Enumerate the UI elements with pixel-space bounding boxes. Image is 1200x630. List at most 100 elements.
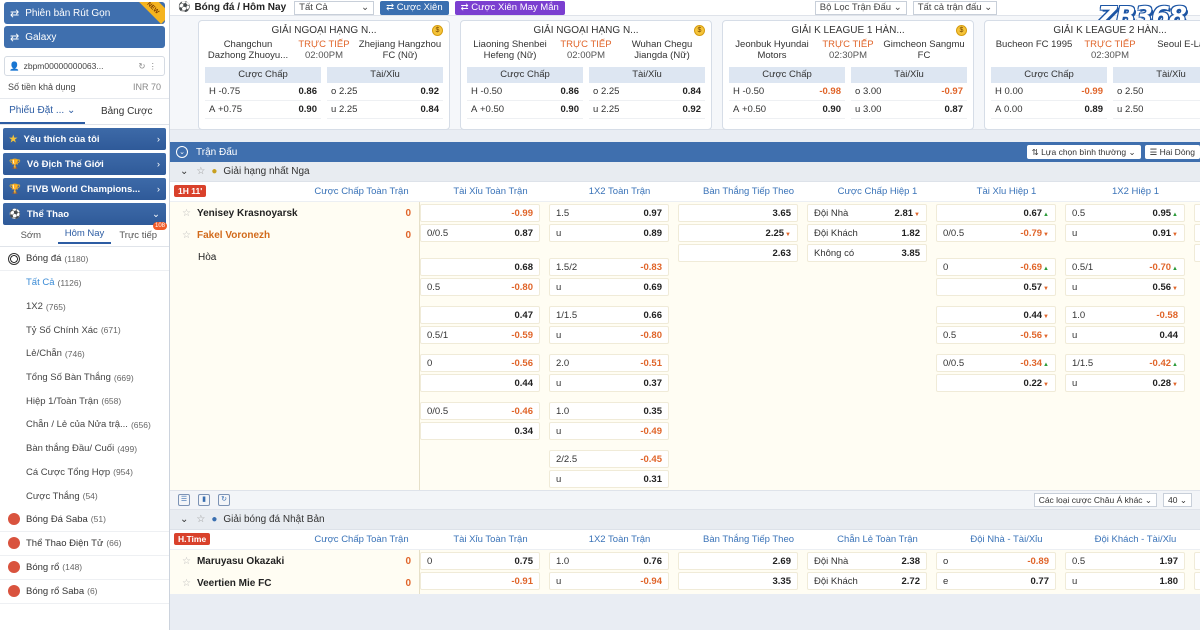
odds-cell[interactable]: 3.35 <box>678 572 798 590</box>
odds-cell[interactable]: 7.10▲ <box>1194 204 1200 222</box>
featured-match-card[interactable]: GIẢI NGOẠI HẠNG N... $ Changchun Dazhong… <box>198 20 450 130</box>
odds-cell[interactable]: 0/0.5 0.87 <box>420 224 540 242</box>
away-team-row[interactable]: ☆ Fakel Voronezh 0 <box>170 224 419 246</box>
odds-cell[interactable]: u -0.49 <box>549 422 669 440</box>
odds-cell[interactable]: 0.68 <box>420 258 540 276</box>
featured-match-card[interactable]: GIẢI K LEAGUE 2 HÀN... $ Bucheon FC 1995… <box>984 20 1200 130</box>
home-team-row[interactable]: ☆ Yenisey Krasnoyarsk 0 <box>170 202 419 224</box>
odds-cell[interactable]: 1.67▼ <box>1194 244 1200 262</box>
home-team-row[interactable]: ☆ Maruyasu Okazaki 0 <box>170 550 419 572</box>
odds-cell[interactable]: 2.81 <box>1194 224 1200 242</box>
over-under-odds-row[interactable]: o 2.25 0.92 <box>327 83 443 101</box>
league-row-2[interactable]: ⌄ ☆ ● Giải bóng đá Nhật Bản <box>170 510 1200 530</box>
handicap-odds-row[interactable]: A +0.50 0.90 <box>467 101 583 119</box>
bet-type-item[interactable]: Cược Thắng (54) <box>0 484 169 508</box>
odds-cell[interactable]: 0/0.5 -0.79▼ <box>936 224 1056 242</box>
handicap-odds-row[interactable]: A +0.50 0.90 <box>729 101 845 119</box>
bet-type-item[interactable]: Chẵn / Lẻ của Nửa trậ... (656) <box>0 413 169 437</box>
refresh-icon[interactable]: ↻⋮ <box>138 61 160 72</box>
odds-cell[interactable]: 0.44 <box>420 374 540 392</box>
view-select[interactable]: ☰ Hai Dòng <box>1144 145 1200 159</box>
odds-cell[interactable]: 2.63 <box>678 244 798 262</box>
odds-cell[interactable]: 1/1.5 -0.42▲ <box>1065 354 1185 372</box>
category-sports[interactable]: ⚽ Thể Thao ⌄ <box>3 203 166 225</box>
over-under-odds-row[interactable]: o 2.50 <box>1113 83 1200 101</box>
star-icon[interactable]: ☆ <box>182 230 191 241</box>
featured-match-card[interactable]: GIẢI K LEAGUE 1 HÀN... $ Jeonbuk Hyundai… <box>722 20 974 130</box>
market-select[interactable]: Tất Cả ⌄ <box>294 0 375 15</box>
league-row[interactable]: ⌄ ☆ ● Giải hạng nhất Nga <box>170 162 1200 182</box>
odds-cell[interactable]: 0.67▲ <box>936 204 1056 222</box>
odds-cell[interactable]: u 0.44 <box>1065 326 1185 344</box>
odds-cell[interactable]: 0/0.5 -0.46 <box>420 402 540 420</box>
sport-item[interactable]: Bóng rổ Saba (6) <box>0 580 169 604</box>
star-icon[interactable]: ☆ <box>196 514 205 525</box>
lucky-parlay-button[interactable]: ⇄ Cược Xiên May Mắn <box>454 0 565 15</box>
category-world-cup[interactable]: 🏆 Vô Địch Thế Giới › <box>3 153 166 175</box>
odds-cell[interactable]: -0.99 <box>420 204 540 222</box>
odds-cell[interactable]: 0.5 -0.80 <box>420 278 540 296</box>
list-icon[interactable]: ☰ <box>178 494 190 506</box>
bet-type-item[interactable]: Tổng Số Bàn Thắng (669) <box>0 366 169 390</box>
odds-cell[interactable]: u -0.94 <box>549 572 669 590</box>
over-under-odds-row[interactable]: o 3.00 -0.97 <box>851 83 967 101</box>
handicap-odds-row[interactable]: A +0.75 0.90 <box>205 101 321 119</box>
bet-type-item[interactable]: Hiệp 1/Toàn Trận (658) <box>0 389 169 413</box>
odds-cell[interactable]: 2.69 <box>678 552 798 570</box>
odds-cell[interactable]: 1.5 0.97 <box>549 204 669 222</box>
tab-live[interactable]: Trực tiếp 108 <box>111 222 168 241</box>
star-icon[interactable]: ☆ <box>196 166 205 177</box>
star-icon[interactable]: ☆ <box>182 556 191 567</box>
odds-cell[interactable]: 0.47 <box>420 306 540 324</box>
bet-type-item[interactable]: Tỷ Số Chính Xác (671) <box>0 318 169 342</box>
over-under-odds-row[interactable]: u 2.50 <box>1113 101 1200 119</box>
sport-item[interactable]: Bóng Đá Saba (51) <box>0 508 169 532</box>
odds-cell[interactable]: 2.0 -0.51 <box>549 354 669 372</box>
odds-cell[interactable]: 0.57▼ <box>936 278 1056 296</box>
page-size-select[interactable]: 40 ⌄ <box>1163 493 1192 507</box>
odds-cell[interactable]: Đội Nhà 2.81▼ <box>807 204 927 222</box>
bet-type-item[interactable]: Tất Cả (1126) <box>0 271 169 295</box>
odds-cell[interactable]: u1.6 <box>1194 572 1200 590</box>
all-matches-select[interactable]: Tất cả trận đấu ⌄ <box>912 0 998 15</box>
chart-icon[interactable]: ▮ <box>198 494 210 506</box>
odds-cell[interactable]: u 0.89 <box>549 224 669 242</box>
odds-cell[interactable]: 3.65 <box>678 204 798 222</box>
odds-cell[interactable]: 1.0 0.35 <box>549 402 669 420</box>
bet-type-item[interactable]: Bàn thắng Đầu/ Cuối (499) <box>0 437 169 461</box>
parlay-button[interactable]: ⇄ Cược Xiên <box>380 0 449 15</box>
odds-cell[interactable]: 0.5 -0.56▼ <box>936 326 1056 344</box>
odds-cell[interactable]: 0.5/1 -0.70▲ <box>1065 258 1185 276</box>
handicap-odds-row[interactable]: H -0.75 0.86 <box>205 83 321 101</box>
handicap-odds-row[interactable]: A 0.00 0.89 <box>991 101 1107 119</box>
category-favorites[interactable]: ★ Yêu thích của tôi › <box>3 128 166 150</box>
odds-cell[interactable]: u 0.31 <box>549 470 669 488</box>
odds-cell[interactable]: 1.5/2 -0.83 <box>549 258 669 276</box>
match-filter-select[interactable]: Bộ Lọc Trận Đấu ⌄ <box>814 0 907 15</box>
odds-cell[interactable]: 0.5 0.95▲ <box>1065 204 1185 222</box>
refresh-icon[interactable]: ↻ <box>218 494 230 506</box>
odds-cell[interactable]: Đội Nhà 2.38 <box>807 552 927 570</box>
sport-item[interactable]: Thể Thao Điện Tử (66) <box>0 532 169 556</box>
star-icon[interactable]: ☆ <box>182 208 191 219</box>
odds-cell[interactable]: 1.0 -0.58 <box>1065 306 1185 324</box>
bet-type-item[interactable]: Cá Cược Tổng Hợp (954) <box>0 461 169 485</box>
odds-cell[interactable]: 0.5 1.97 <box>1065 552 1185 570</box>
odds-cell[interactable]: Không có 3.85 <box>807 244 927 262</box>
odds-cell[interactable]: u -0.80 <box>549 326 669 344</box>
odds-cell[interactable]: 1/1.5 0.66 <box>549 306 669 324</box>
odds-cell[interactable]: o -0.89 <box>936 552 1056 570</box>
user-account-row[interactable]: 👤 zbpm00000000063... ↻⋮ <box>4 56 165 76</box>
odds-cell[interactable]: Đội Khách 1.82 <box>807 224 927 242</box>
odds-cell[interactable]: 0.52.1 <box>1194 552 1200 570</box>
galaxy-button[interactable]: ⇄ Galaxy <box>4 26 165 48</box>
odds-cell[interactable]: u 0.69 <box>549 278 669 296</box>
odds-cell[interactable]: 2.25▼ <box>678 224 798 242</box>
bet-type-item[interactable]: Lẻ/Chẵn (746) <box>0 342 169 366</box>
tab-bet-board[interactable]: Bảng Cược <box>85 99 170 124</box>
collapse-icon[interactable]: ⌄ <box>176 146 188 158</box>
sort-select[interactable]: ⇅ Lựa chọn bình thường ⌄ <box>1026 145 1141 159</box>
compact-version-button[interactable]: ⇄ Phiên bản Rút Gọn NEW <box>4 2 165 24</box>
over-under-odds-row[interactable]: u 2.25 0.84 <box>327 101 443 119</box>
odds-cell[interactable]: -0.91 <box>420 572 540 590</box>
